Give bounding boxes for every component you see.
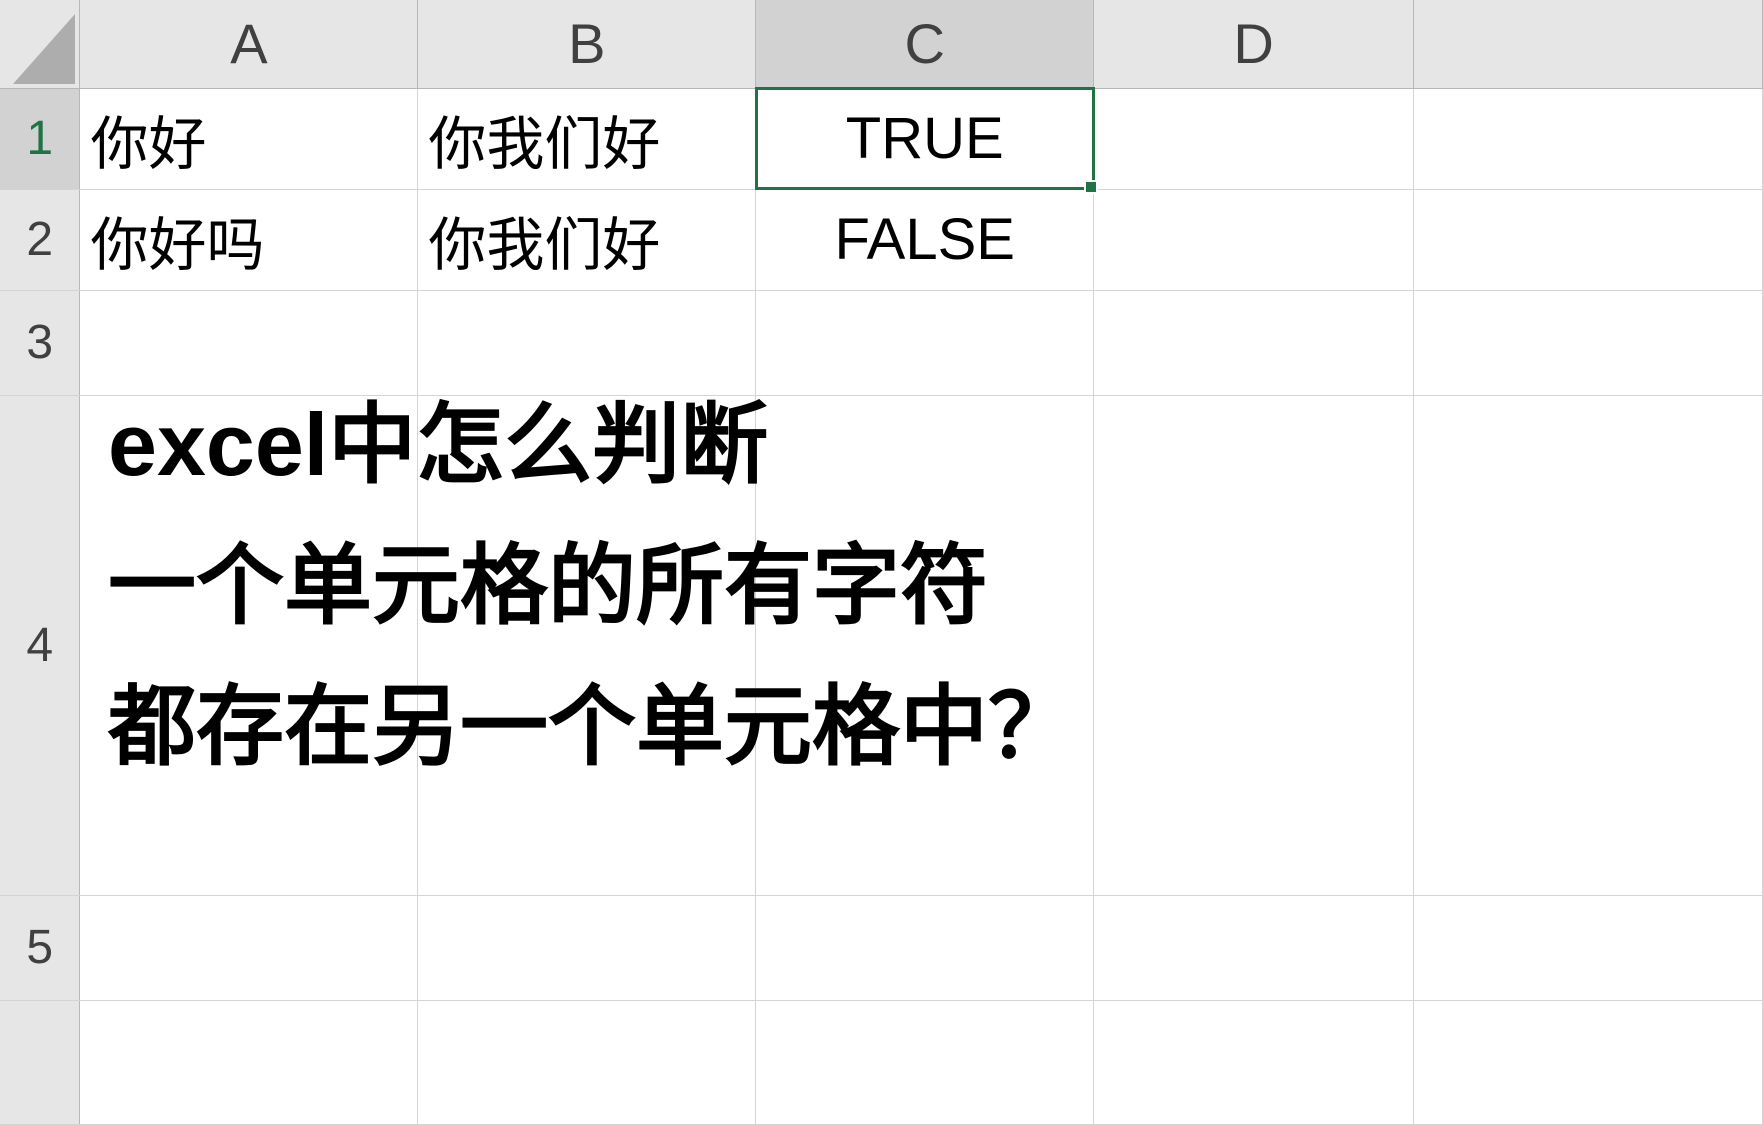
row-header-5[interactable]: 5 — [0, 895, 80, 1000]
row-header-extra[interactable] — [0, 1000, 80, 1124]
column-header-row: A B C D — [0, 0, 1763, 88]
cell-C1[interactable]: TRUE — [756, 88, 1094, 189]
cell-C5[interactable] — [756, 895, 1094, 1000]
column-header-extra[interactable] — [1414, 0, 1763, 88]
cell-E2[interactable] — [1414, 189, 1763, 290]
cell-C-extra[interactable] — [756, 1000, 1094, 1124]
column-header-D[interactable]: D — [1094, 0, 1414, 88]
column-header-C[interactable]: C — [756, 0, 1094, 88]
cell-A1[interactable]: 你好 — [80, 88, 418, 189]
overlay-line-2: 一个单元格的所有字符 — [108, 516, 1076, 657]
cell-B1[interactable]: 你我们好 — [418, 88, 756, 189]
title-overlay-text: excel中怎么判断 一个单元格的所有字符 都存在另一个单元格中？ — [108, 375, 1076, 797]
cell-B-extra[interactable] — [418, 1000, 756, 1124]
cell-A5[interactable] — [80, 895, 418, 1000]
cell-E1[interactable] — [1414, 88, 1763, 189]
cell-D3[interactable] — [1094, 290, 1414, 395]
cell-D4[interactable] — [1094, 395, 1414, 895]
cell-E4[interactable] — [1414, 395, 1763, 895]
cell-C2[interactable]: FALSE — [756, 189, 1094, 290]
column-header-B[interactable]: B — [418, 0, 756, 88]
cell-B2[interactable]: 你我们好 — [418, 189, 756, 290]
cell-A2[interactable]: 你好吗 — [80, 189, 418, 290]
cell-D5[interactable] — [1094, 895, 1414, 1000]
cell-E3[interactable] — [1414, 290, 1763, 395]
row-header-1[interactable]: 1 — [0, 88, 80, 189]
select-all-corner[interactable] — [0, 0, 80, 88]
row-header-2[interactable]: 2 — [0, 189, 80, 290]
cell-E-extra[interactable] — [1414, 1000, 1763, 1124]
row-5: 5 — [0, 895, 1763, 1000]
cell-D2[interactable] — [1094, 189, 1414, 290]
row-1: 1 你好 你我们好 TRUE — [0, 88, 1763, 189]
row-extra — [0, 1000, 1763, 1124]
cell-B5[interactable] — [418, 895, 756, 1000]
row-header-4[interactable]: 4 — [0, 395, 80, 895]
cell-E5[interactable] — [1414, 895, 1763, 1000]
cell-D1[interactable] — [1094, 88, 1414, 189]
overlay-line-1: excel中怎么判断 — [108, 375, 1076, 516]
overlay-line-3: 都存在另一个单元格中？ — [108, 657, 1076, 798]
cell-A-extra[interactable] — [80, 1000, 418, 1124]
row-header-3[interactable]: 3 — [0, 290, 80, 395]
row-2: 2 你好吗 你我们好 FALSE — [0, 189, 1763, 290]
cell-D-extra[interactable] — [1094, 1000, 1414, 1124]
column-header-A[interactable]: A — [80, 0, 418, 88]
